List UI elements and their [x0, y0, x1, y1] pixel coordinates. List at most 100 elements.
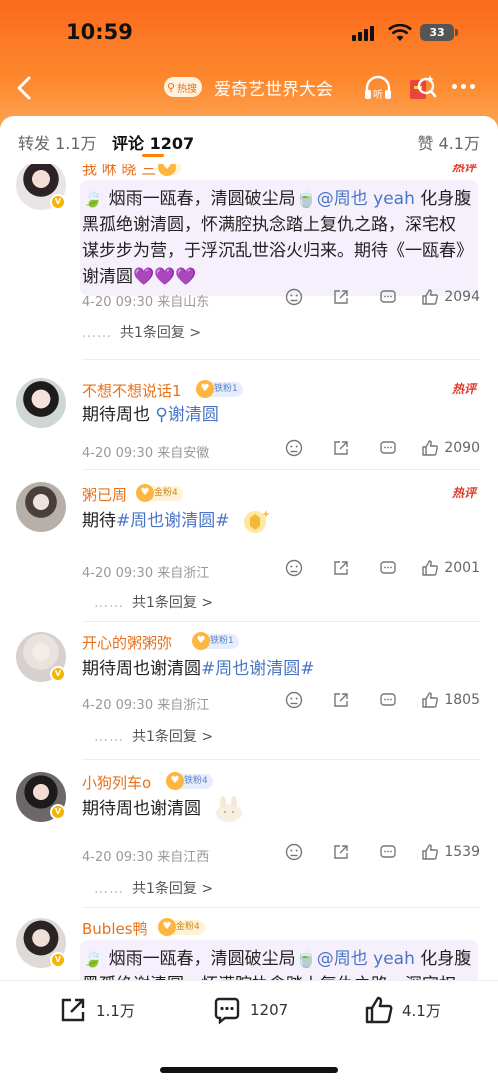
dislike-face-icon[interactable] — [285, 559, 303, 577]
red-envelope-search-icon[interactable] — [406, 72, 438, 104]
view-replies-link[interactable]: …… 共1条回复 > — [82, 322, 201, 342]
reply-icon[interactable] — [379, 691, 397, 709]
comment-username[interactable]: 粥已周 — [82, 484, 127, 505]
comment-actions: 2090 — [256, 439, 480, 457]
view-replies-link[interactable]: …… 共1条回复 > — [94, 726, 213, 746]
comment-icon — [214, 997, 240, 1025]
comment-text-part: 期待周也 — [82, 405, 150, 425]
reply-icon[interactable] — [379, 439, 397, 457]
like-button[interactable]: 2090 — [421, 439, 480, 457]
heart-icon: ♥ — [196, 380, 214, 398]
fan-badge: ♥ 铁粉1 — [196, 380, 243, 398]
share-icon[interactable] — [332, 439, 350, 457]
tab-comments[interactable]: 评论 1207 — [112, 130, 194, 154]
share-icon[interactable] — [332, 691, 350, 709]
fan-badge-label: 铁粉1 — [214, 384, 238, 394]
reply-icon[interactable] — [379, 843, 397, 861]
comment-item: V 我 咻 晓 三 ♥ 热评 🍃 烟雨一瓯春，清圆破尘局🍵@周也 yeah 化身… — [0, 164, 498, 360]
listen-headphones-icon[interactable]: 听 — [362, 72, 394, 104]
view-replies-link[interactable]: …… 共1条回复 > — [94, 592, 213, 612]
comment-meta: 4-20 09:30 来自山东 — [82, 295, 210, 310]
replies-label: 共1条回复 > — [132, 881, 214, 897]
comment-username[interactable]: 小狗列车o — [82, 772, 151, 793]
comment-meta: 4-20 09:30 来自浙江 — [82, 698, 210, 713]
topic-title[interactable]: 爱奇艺世界大会 — [214, 75, 333, 100]
mention-link[interactable]: @周也 yeah — [317, 189, 415, 209]
tab-reposts[interactable]: 转发 1.1万 — [18, 130, 97, 154]
fan-badge-label: 金粉4 — [154, 488, 178, 498]
hot-comment-label: 热评 — [451, 486, 476, 500]
fan-badge: ♥ 铁粉1 — [192, 632, 239, 650]
repost-button[interactable]: 1.1万 — [58, 995, 135, 1025]
replies-label: 共1条回复 > — [132, 729, 214, 745]
comment-username[interactable]: 不想不想说话1 — [82, 380, 182, 401]
comment-text: 期待周也谢清圆#周也谢清圆# — [82, 656, 315, 682]
repost-count: 1.1万 — [96, 1001, 135, 1020]
verified-badge-icon: V — [50, 804, 66, 820]
mention-link[interactable]: @周也 yeah — [317, 949, 415, 969]
comment-text: 🍃 烟雨一瓯春，清圆破尘局🍵@周也 yeah 化身腹黑孤绝谢清圆，怀满腔执念踏上… — [80, 180, 478, 296]
listen-label: 听 — [373, 89, 383, 101]
like-count: 2090 — [444, 440, 480, 456]
hot-search-tag[interactable]: ⚲ 热搜 — [164, 77, 203, 97]
heart-icon: ♥ — [192, 632, 210, 650]
fan-badge: ♥ — [158, 164, 181, 176]
view-replies-link[interactable]: …… 共1条回复 > — [94, 878, 213, 898]
like-button[interactable]: 1539 — [421, 843, 480, 861]
hashtag-link[interactable]: #周也谢清圆# — [201, 659, 315, 679]
verified-badge-icon: V — [50, 952, 66, 968]
reply-icon[interactable] — [379, 559, 397, 577]
like-button[interactable]: 2094 — [421, 288, 480, 306]
comment-meta: 4-20 09:30 来自安徽 — [82, 446, 210, 461]
comment-text-part: 期待周也谢清圆 — [82, 659, 201, 679]
share-icon[interactable] — [332, 288, 350, 306]
dislike-face-icon[interactable] — [285, 843, 303, 861]
hashtag-link[interactable]: #周也谢清圆# — [116, 511, 230, 531]
comment-username[interactable]: 我 咻 晓 三 — [82, 164, 156, 179]
more-options-icon[interactable] — [452, 84, 484, 116]
avatar[interactable] — [16, 378, 66, 428]
comment-meta: 4-20 09:30 来自浙江 — [82, 566, 210, 581]
search-icon: ⚲ — [155, 405, 168, 425]
like-button[interactable]: 1805 — [421, 691, 480, 709]
comment-list[interactable]: V 我 咻 晓 三 ♥ 热评 🍃 烟雨一瓯春，清圆破尘局🍵@周也 yeah 化身… — [0, 164, 498, 980]
cellular-signal-icon — [352, 26, 374, 41]
share-icon[interactable] — [332, 559, 350, 577]
back-arrow-icon[interactable] — [10, 72, 40, 104]
verified-badge-icon: V — [50, 194, 66, 210]
comment-item: 粥已周 ♥ 金粉4 热评 期待#周也谢清圆# 4-20 09:30 来自浙江 20… — [0, 470, 498, 622]
comment-username[interactable]: Bubles鸭 — [82, 918, 148, 939]
comment-actions: 2001 — [256, 559, 480, 577]
tab-strip: 转发 1.1万 评论 1207 赞 4.1万 — [0, 116, 498, 164]
tab-active-indicator — [142, 154, 164, 157]
comment-item: V 小狗列车o ♥ 铁粉4 期待周也谢清圆 4-20 09:30 来自江西 153… — [0, 760, 498, 908]
wifi-icon — [388, 24, 412, 41]
comment-text: 期待#周也谢清圆# — [82, 508, 230, 534]
comment-text: 🍃 烟雨一瓯春，清圆破尘局🍵@周也 yeah 化身腹黑孤绝谢清圆，怀满腔执念踏上… — [80, 940, 478, 980]
avatar[interactable] — [16, 482, 66, 532]
share-icon[interactable] — [332, 843, 350, 861]
comment-item: V 开心的粥粥弥 ♥ 铁粉1 期待周也谢清圆#周也谢清圆# 4-20 09:30 … — [0, 622, 498, 760]
status-bar: 10:59 33 — [0, 18, 498, 52]
like-count: 4.1万 — [402, 1001, 441, 1020]
comment-actions: 1805 — [256, 691, 480, 709]
tab-likes[interactable]: 赞 4.1万 — [417, 130, 480, 154]
like-button[interactable]: 2001 — [421, 559, 480, 577]
search-link[interactable]: ⚲谢清圆 — [155, 405, 218, 425]
battery-icon: 33 — [420, 24, 458, 41]
dislike-face-icon[interactable] — [285, 691, 303, 709]
verified-badge-icon: V — [50, 666, 66, 682]
reply-icon[interactable] — [379, 288, 397, 306]
dislike-face-icon[interactable] — [285, 439, 303, 457]
comment-button[interactable]: 1207 — [212, 995, 288, 1025]
like-post-button[interactable]: 4.1万 — [364, 995, 441, 1025]
bottom-action-bar: 1.1万 1207 4.1万 — [0, 980, 498, 1080]
tea-cup-icon: 🍵 — [295, 189, 317, 209]
comment-text: 期待周也谢清圆 — [82, 796, 201, 822]
hot-comment-label: 热评 — [451, 382, 476, 396]
leaf-icon: 🍃 — [82, 949, 104, 969]
comment-username[interactable]: 开心的粥粥弥 — [82, 632, 172, 653]
dislike-face-icon[interactable] — [285, 288, 303, 306]
like-count: 1539 — [444, 844, 480, 860]
like-count: 2094 — [444, 289, 480, 305]
